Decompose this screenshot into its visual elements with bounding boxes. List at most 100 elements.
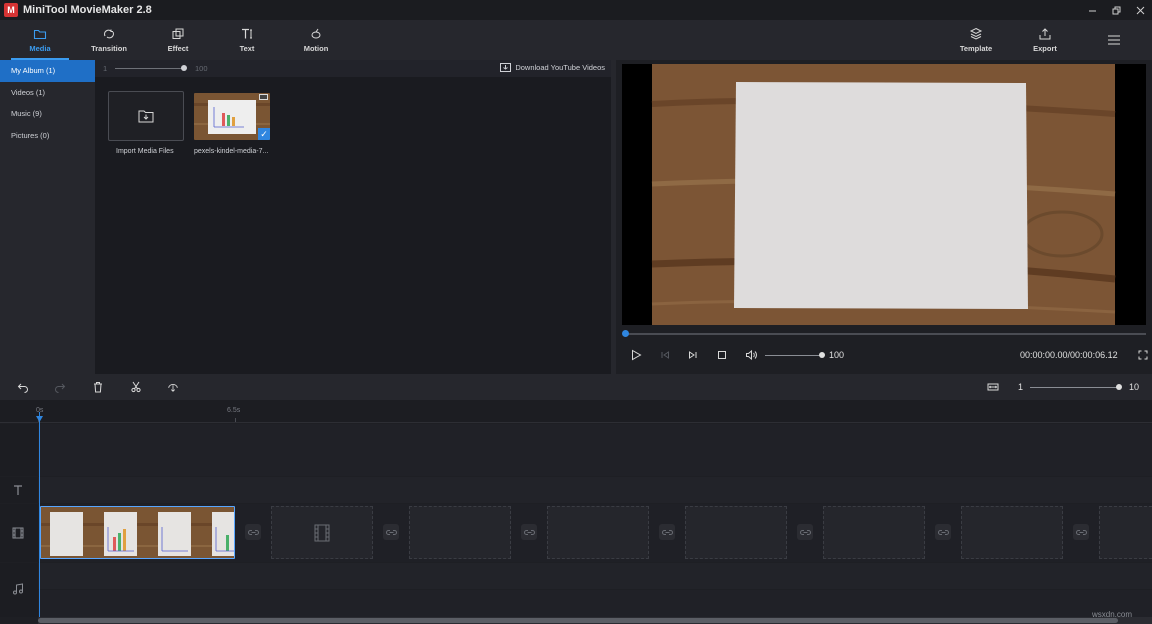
app-window: M MiniTool MovieMaker 2.8 Media Transiti… [0,0,1152,624]
timeline-zoom-min: 1 [1018,382,1023,392]
tab-effect-label: Effect [168,44,189,53]
timeline-ruler[interactable]: 0s 6.5s [0,400,1152,423]
close-icon [1136,6,1145,15]
timeline-zoom-slider[interactable] [1030,387,1118,388]
text-icon [240,27,254,41]
transition-slot[interactable] [797,524,813,540]
restore-button[interactable] [1104,0,1128,20]
volume-button[interactable] [744,348,758,362]
playback-handle[interactable] [622,330,629,337]
undo-icon [17,381,29,393]
thumb-size-handle[interactable] [181,65,187,71]
sidebar-item-my-album[interactable]: My Album (1) [0,60,95,82]
checkmark-icon[interactable]: ✓ [258,128,270,140]
close-button[interactable] [1128,0,1152,20]
tab-media-label: Media [29,44,50,53]
empty-clip-slot[interactable] [1099,506,1152,559]
tab-effect[interactable]: Effect [143,20,213,60]
fullscreen-icon[interactable] [1138,350,1148,360]
export-icon [1038,27,1052,41]
transition-slot[interactable] [383,524,399,540]
export-label: Export [1033,44,1057,53]
media-library: 1 100 Download YouTube Videos Import Med… [95,60,611,374]
timecode: 00:00:00.00/00:00:06.12 [1020,350,1118,360]
track-header-top [0,424,38,476]
redo-icon [54,381,66,393]
stop-button[interactable] [715,348,729,362]
transition-slot[interactable] [935,524,951,540]
transition-slot[interactable] [245,524,261,540]
transition-slot[interactable] [659,524,675,540]
tab-motion[interactable]: Motion [281,20,351,60]
empty-clip-slot[interactable] [685,506,787,559]
watermark: wsxdn.com [1092,610,1132,619]
timeline-scrollbar[interactable] [38,617,1152,624]
title-bar: M MiniTool MovieMaker 2.8 [0,0,1152,20]
tab-transition[interactable]: Transition [74,20,144,60]
link-icon [524,528,535,537]
transition-slot[interactable] [1073,524,1089,540]
download-youtube-link[interactable]: Download YouTube Videos [500,63,605,72]
timeline-zoom-max: 10 [1129,382,1139,392]
sidebar-item-music[interactable]: Music (9) [0,103,95,125]
previous-frame-button[interactable] [658,348,672,362]
video-preview [622,64,1146,325]
volume-icon [745,349,757,361]
text-track[interactable] [38,477,1152,503]
volume-slider[interactable] [765,355,821,356]
overlay-track[interactable] [38,424,1152,476]
export-button[interactable]: Export [1010,20,1080,60]
tab-media[interactable]: Media [5,20,75,60]
empty-clip-slot[interactable] [271,506,373,559]
playback-progress[interactable] [625,333,1146,335]
redo-button[interactable] [53,380,67,394]
audio-edit-button[interactable] [166,380,180,394]
import-media-button[interactable] [108,91,184,141]
trash-icon [92,381,104,393]
media-file-thumbnail[interactable]: ✓ [194,93,270,140]
film-placeholder-icon [314,524,330,542]
sidebar-item-videos[interactable]: Videos (1) [0,82,95,104]
menu-button[interactable] [1079,20,1149,60]
tab-text[interactable]: Text [212,20,282,60]
next-frame-button[interactable] [686,348,700,362]
media-bar: 1 100 Download YouTube Videos [95,60,611,77]
playhead[interactable] [39,412,40,618]
template-button[interactable]: Template [941,20,1011,60]
effect-icon [171,27,185,41]
undo-button[interactable] [16,380,30,394]
track-header-music [0,563,38,617]
empty-clip-slot[interactable] [961,506,1063,559]
volume-handle[interactable] [819,352,825,358]
fit-timeline-button[interactable] [986,380,1000,394]
link-icon [800,528,811,537]
link-icon [386,528,397,537]
empty-clip-slot[interactable] [823,506,925,559]
play-icon [630,349,642,361]
video-clip[interactable] [40,506,235,559]
video-type-icon [259,94,268,100]
scissors-icon [130,381,142,393]
thumb-size-slider[interactable] [115,68,183,69]
split-button[interactable] [129,380,143,394]
motion-icon [309,27,323,41]
thumb-size-max: 100 [195,64,208,73]
minimize-button[interactable] [1080,0,1104,20]
delete-button[interactable] [91,380,105,394]
ruler-label-mark: 6.5s [227,407,240,414]
app-logo: M [4,3,18,17]
empty-clip-slot[interactable] [547,506,649,559]
music-track-lower[interactable] [38,590,1152,617]
transition-slot[interactable] [521,524,537,540]
thumb-size-min: 1 [103,64,107,73]
timeline-zoom-handle[interactable] [1116,384,1122,390]
sidebar-item-pictures[interactable]: Pictures (0) [0,125,95,147]
ruler-tick [235,418,236,422]
music-track[interactable] [38,563,1152,589]
timeline-scrollbar-thumb[interactable] [38,618,1118,623]
clip-filmstrip [41,507,235,559]
library-sidebar: My Album (1) Videos (1) Music (9) Pictur… [0,60,95,374]
play-button[interactable] [629,348,643,362]
empty-clip-slot[interactable] [409,506,511,559]
tab-text-label: Text [240,44,255,53]
